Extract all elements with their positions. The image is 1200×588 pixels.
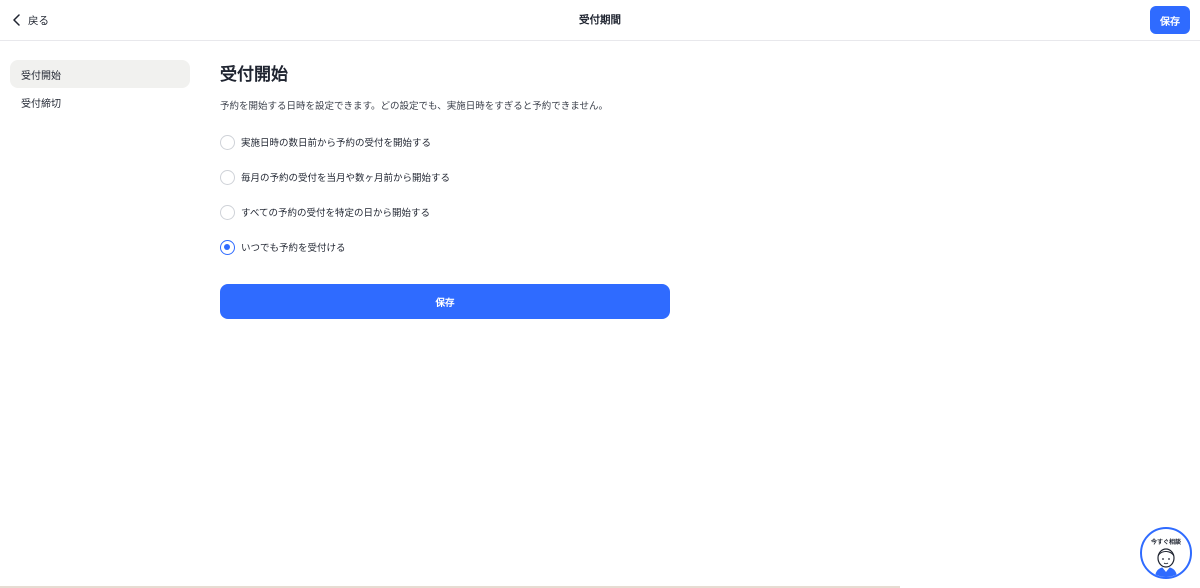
radio-button[interactable] [220,204,235,220]
sidebar-item-label: 受付締切 [21,98,61,110]
option-label: 実施日時の数日前から予約の受付を開始する [241,138,432,149]
radio-button[interactable] [220,169,235,185]
option-label: 毎月の予約の受付を当月や数ヶ月前から開始する [241,173,451,184]
sidebar-item-label: 受付開始 [21,70,61,82]
option-days-before[interactable]: 実施日時の数日前から予約の受付を開始する [220,134,670,150]
consult-now-button[interactable]: 今すぐ相談 [1140,527,1192,579]
radio-button[interactable] [220,134,235,150]
option-label: いつでも予約を受付ける [241,243,346,254]
sidebar: 受付開始 受付締切 [10,60,190,116]
option-specific-date[interactable]: すべての予約の受付を特定の日から開始する [220,204,670,220]
sidebar-item-reception-end[interactable]: 受付締切 [10,88,190,116]
option-anytime[interactable]: いつでも予約を受付ける [220,239,670,255]
support-avatar-icon [1155,548,1177,577]
page-title: 受付期間 [579,14,621,26]
save-button[interactable]: 保存 [220,284,670,319]
sidebar-item-reception-start[interactable]: 受付開始 [10,60,190,88]
section-description: 予約を開始する日時を設定できます。どの設定でも、実施日時をすぎると予約できません… [220,101,608,112]
top-bar: 戻る 受付期間 保存 [0,0,1200,41]
start-option-group: 実施日時の数日前から予約の受付を開始する 毎月の予約の受付を当月や数ヶ月前から開… [220,134,670,255]
option-monthly[interactable]: 毎月の予約の受付を当月や数ヶ月前から開始する [220,169,670,185]
main-content: 受付開始 予約を開始する日時を設定できます。どの設定でも、実施日時をすぎると予約… [220,62,670,319]
section-title: 受付開始 [220,65,288,85]
radio-button-selected[interactable] [220,239,235,255]
header-save-button[interactable]: 保存 [1150,6,1190,34]
option-label: すべての予約の受付を特定の日から開始する [241,208,430,219]
